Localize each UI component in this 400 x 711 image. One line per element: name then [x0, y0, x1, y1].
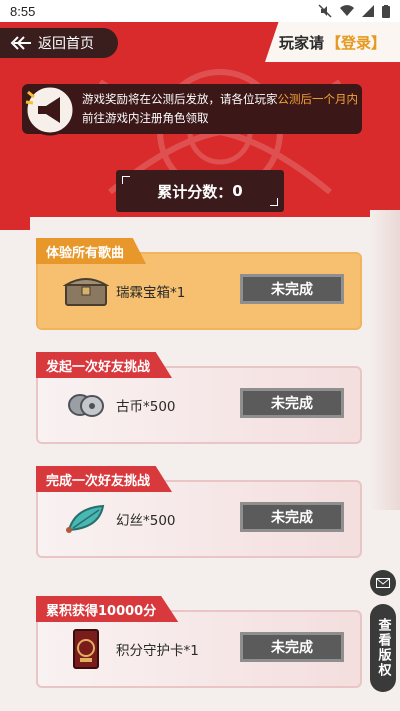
notice-line-2: 前往游戏内注册角色领取 — [82, 111, 209, 125]
notice-line-1-text: 游戏奖励将在公测后发放，请各位玩家 — [82, 92, 278, 106]
task-card-1: 瑞霖宝箱*1 未完成 体验所有歌曲 — [36, 238, 362, 330]
right-edge-decoration — [370, 210, 400, 510]
login-prefix: 玩家请 — [278, 33, 324, 52]
login-prompt: 玩家请 【登录】 — [265, 22, 400, 62]
corner-decoration — [122, 176, 130, 184]
mail-icon — [376, 578, 390, 588]
task-title: 发起一次好友挑战 — [36, 352, 173, 378]
view-copyright-button[interactable]: 查看版权 — [370, 604, 396, 692]
task-title: 体验所有歌曲 — [36, 238, 147, 264]
signal-icon — [362, 5, 374, 17]
reward-label: 积分守护卡*1 — [116, 643, 199, 659]
task-card-4: 积分守护卡*1 未完成 累积获得10000分 — [36, 596, 362, 688]
score-value: 0 — [232, 182, 243, 200]
task-card-3: 幻丝*500 未完成 完成一次好友挑战 — [36, 466, 362, 558]
corner-decoration — [270, 198, 278, 206]
coin-icon — [60, 384, 112, 426]
megaphone-icon — [24, 84, 76, 136]
status-time: 8:55 — [10, 3, 36, 19]
back-label: 返回首页 — [38, 36, 94, 52]
reward-label: 古币*500 — [116, 399, 176, 415]
battery-icon — [382, 4, 390, 18]
task-card-2: 古币*500 未完成 发起一次好友挑战 — [36, 352, 362, 444]
task-status-button[interactable]: 未完成 — [240, 274, 344, 304]
task-status-button[interactable]: 未完成 — [240, 632, 344, 662]
task-title: 累积获得10000分 — [36, 596, 179, 622]
score-panel: 累计分数： 0 — [116, 170, 284, 212]
mail-button[interactable] — [370, 570, 396, 596]
silk-icon — [60, 498, 112, 540]
notice-highlight: 公测后一个月内 — [277, 92, 359, 106]
score-label: 累计分数： — [157, 182, 233, 201]
top-bar: 返回首页 玩家请 【登录】 — [0, 22, 400, 64]
treasure-chest-icon — [60, 270, 112, 312]
side-buttons: 查看版权 — [370, 570, 396, 692]
left-edge-decoration — [0, 140, 30, 711]
status-bar: 8:55 — [0, 0, 400, 22]
reward-label: 幻丝*500 — [116, 513, 176, 529]
back-home-button[interactable]: 返回首页 — [0, 28, 118, 58]
guard-card-icon — [60, 628, 112, 670]
reward-label: 瑞霖宝箱*1 — [116, 285, 186, 301]
task-status-button[interactable]: 未完成 — [240, 502, 344, 532]
login-link[interactable]: 【登录】 — [326, 32, 386, 53]
task-title: 完成一次好友挑战 — [36, 466, 173, 492]
back-arrow-icon — [10, 36, 31, 50]
wifi-icon — [340, 5, 354, 17]
notice-line-1: 游戏奖励将在公测后发放，请各位玩家公测后一个月内 — [82, 90, 358, 109]
mute-icon — [318, 4, 332, 18]
status-icons — [318, 4, 390, 18]
task-status-button[interactable]: 未完成 — [240, 388, 344, 418]
